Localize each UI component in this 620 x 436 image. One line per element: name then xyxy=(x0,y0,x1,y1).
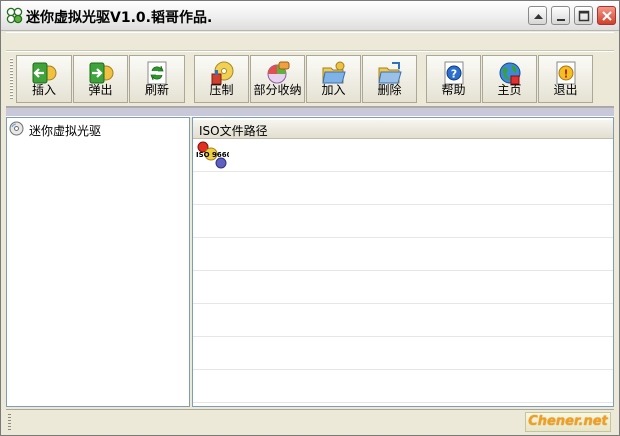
list-row[interactable] xyxy=(193,172,613,205)
list-row[interactable] xyxy=(193,271,613,304)
eject-label: 弹出 xyxy=(88,83,113,97)
main-window: 迷你虚拟光驱V1.0.韬哥作品. 插入 弹出 刷新 压制 部分收纳 加入 删除 … xyxy=(0,0,620,436)
svg-text:!: ! xyxy=(563,68,568,81)
app-icon xyxy=(6,7,23,24)
refresh-label: 刷新 xyxy=(144,83,169,97)
list-row[interactable] xyxy=(193,238,613,271)
insert-label: 插入 xyxy=(31,83,56,97)
svg-text:?: ? xyxy=(450,68,456,81)
list-row[interactable]: ISO 9660 xyxy=(193,139,613,172)
iso-image-icon: ISO 9660 xyxy=(196,141,229,169)
toolbar-bottom-strip xyxy=(6,107,614,117)
column-header-label: ISO文件路径 xyxy=(199,124,268,138)
close-icon xyxy=(602,11,612,21)
exit-label: 退出 xyxy=(553,83,578,97)
refresh-button[interactable]: 刷新 xyxy=(129,55,185,103)
iso-icon-text: ISO 9660 xyxy=(196,151,229,159)
tree-root-label: 迷你虚拟光驱 xyxy=(29,124,102,138)
menu-bar xyxy=(6,32,614,51)
toolbar-grip[interactable] xyxy=(10,58,13,100)
caret-up-icon xyxy=(534,14,543,19)
status-grip xyxy=(8,414,11,430)
insert-button[interactable]: 插入 xyxy=(16,55,72,103)
help-button[interactable]: ? 帮助 xyxy=(426,55,481,103)
minimize-icon xyxy=(557,19,565,21)
list-row[interactable] xyxy=(193,370,613,403)
help-title-button[interactable] xyxy=(528,6,547,25)
list-row[interactable] xyxy=(193,337,613,370)
compress-button[interactable]: 压制 xyxy=(194,55,249,103)
column-header-iso-path[interactable]: ISO文件路径 xyxy=(193,120,613,139)
list-row[interactable] xyxy=(193,205,613,238)
maximize-button[interactable] xyxy=(574,6,593,25)
help-label: 帮助 xyxy=(441,83,466,97)
close-button[interactable] xyxy=(597,6,616,25)
compress-label: 压制 xyxy=(209,83,234,97)
add-button[interactable]: 加入 xyxy=(306,55,361,103)
eject-button[interactable]: 弹出 xyxy=(73,55,128,103)
window-title: 迷你虚拟光驱V1.0.韬哥作品. xyxy=(26,10,213,26)
watermark-logo: Chener.net xyxy=(525,412,611,432)
list-row[interactable] xyxy=(193,304,613,337)
drive-tree[interactable]: 迷你虚拟光驱 xyxy=(6,117,190,407)
title-bar[interactable]: 迷你虚拟光驱V1.0.韬哥作品. xyxy=(1,1,619,31)
delete-button[interactable]: 删除 xyxy=(362,55,417,103)
maximize-icon xyxy=(578,10,590,22)
add-label: 加入 xyxy=(321,83,346,97)
partial-collect-button[interactable]: 部分收纳 xyxy=(250,55,305,103)
homepage-button[interactable]: 主页 xyxy=(482,55,537,103)
status-bar: Chener.net xyxy=(6,409,614,434)
delete-label: 删除 xyxy=(377,83,402,97)
watermark-text: Chener.net xyxy=(528,414,608,429)
iso-file-list[interactable]: ISO文件路径 ISO 9660 xyxy=(192,117,614,407)
cd-drive-icon xyxy=(9,121,24,136)
partial-collect-label: 部分收纳 xyxy=(253,83,302,97)
toolbar: 插入 弹出 刷新 压制 部分收纳 加入 删除 ? 帮助 主页 ! 退出 xyxy=(6,51,614,107)
exit-button[interactable]: ! 退出 xyxy=(538,55,593,103)
minimize-button[interactable] xyxy=(551,6,570,25)
homepage-label: 主页 xyxy=(497,83,522,97)
